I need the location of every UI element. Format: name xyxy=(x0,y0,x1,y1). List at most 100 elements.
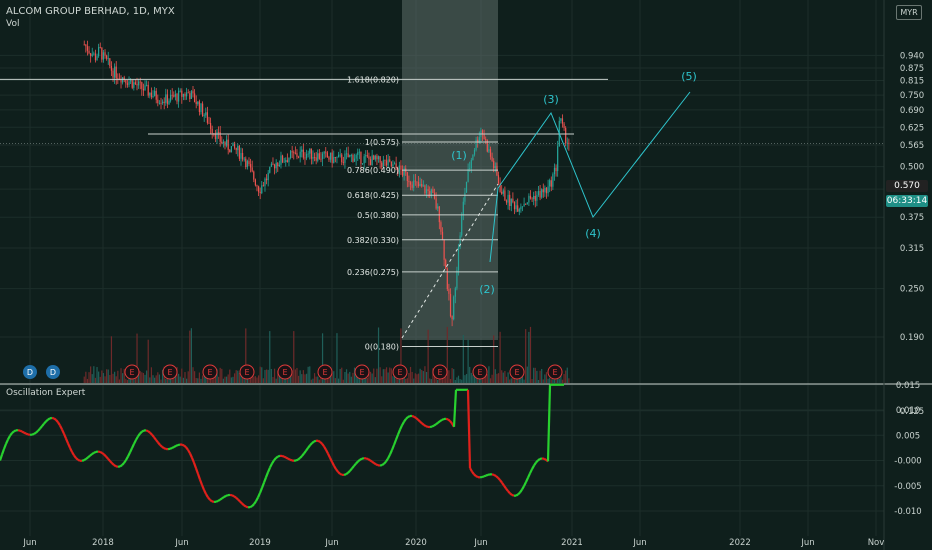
candle-body xyxy=(160,102,162,104)
candle-body xyxy=(457,247,460,271)
candle-body xyxy=(489,149,492,157)
oscillator-segment xyxy=(491,473,495,476)
candle-body xyxy=(304,157,306,159)
candle-body xyxy=(505,200,508,203)
candle-body xyxy=(400,165,402,170)
volume-bar xyxy=(297,375,300,383)
volume-bar xyxy=(419,368,421,383)
candle-body xyxy=(467,169,469,182)
candle-body xyxy=(547,186,549,194)
oscillator-segment xyxy=(41,422,45,427)
volume-bar xyxy=(337,378,340,383)
oscillator-segment xyxy=(273,457,277,462)
oscillator-segment xyxy=(249,505,253,509)
oscillator-tick-label: 0.010 xyxy=(896,406,920,416)
volume-bar xyxy=(139,371,141,383)
volume-bar xyxy=(382,369,384,383)
volume-bar xyxy=(414,373,416,383)
candle-body xyxy=(568,142,570,145)
candle-body xyxy=(280,155,282,165)
candle-body xyxy=(181,90,183,97)
volume-bar xyxy=(181,368,183,383)
oscillator-segment xyxy=(207,496,211,501)
candle-body xyxy=(115,66,117,79)
oscillator-segment xyxy=(109,460,113,464)
volume-bar xyxy=(259,366,261,383)
volume-bar xyxy=(453,369,455,383)
oscillator-segment xyxy=(237,498,241,503)
candle-body xyxy=(168,100,170,104)
volume-bar xyxy=(267,369,269,383)
volume-bar xyxy=(312,378,314,383)
candle-body xyxy=(96,56,98,61)
candle-body xyxy=(361,163,364,165)
candle-body xyxy=(251,167,253,172)
volume-bar xyxy=(411,371,413,383)
volume-bar xyxy=(537,379,540,383)
candle-body xyxy=(232,142,234,147)
volume-bar xyxy=(83,376,85,383)
volume-bar xyxy=(405,378,407,383)
price-chart[interactable]: 1.618(0.820) 1(0.575) 0.786(0.490) 0.618(0.… xyxy=(0,0,932,550)
candle-body xyxy=(312,157,314,159)
volume-bar xyxy=(509,379,511,383)
volume-bar xyxy=(336,333,338,383)
candle-body xyxy=(206,112,208,123)
candle-body xyxy=(288,158,290,163)
candle-body xyxy=(189,93,191,99)
volume-bar xyxy=(561,379,564,383)
wave-label: (1) xyxy=(451,149,467,162)
candle-body xyxy=(549,180,551,187)
volume-bar xyxy=(158,374,161,383)
candle-body xyxy=(510,198,512,207)
indicator-title[interactable]: Oscillation Expert xyxy=(6,388,85,398)
candle-body xyxy=(192,91,194,94)
volume-bar xyxy=(502,372,504,383)
oscillator-segment xyxy=(509,492,513,496)
candle-body xyxy=(318,153,320,159)
oscillator-segment xyxy=(313,439,317,443)
volume-bar xyxy=(102,373,105,383)
candle-body xyxy=(518,209,520,212)
oscillator-segment xyxy=(251,503,255,507)
earnings-marker-label: E xyxy=(437,368,442,377)
volume-bar xyxy=(371,373,373,383)
oscillator-segment xyxy=(103,453,107,458)
oscillator-segment xyxy=(299,455,303,459)
volume-bar xyxy=(230,377,232,383)
oscillator-segment xyxy=(107,457,111,462)
candle-body xyxy=(253,171,255,180)
price-tick-label: 0.940 xyxy=(900,51,924,61)
symbol-title[interactable]: ALCOM GROUP BERHAD, 1D, MYX xyxy=(6,6,175,17)
volume-bar xyxy=(270,368,272,383)
candle-body xyxy=(299,151,301,158)
volume-bar xyxy=(184,372,186,383)
candle-body xyxy=(83,44,85,46)
candle-body xyxy=(249,164,252,168)
time-tick-label: 2020 xyxy=(405,538,427,548)
oscillator-segment xyxy=(319,440,323,445)
candle-body xyxy=(131,80,133,88)
candle-body xyxy=(157,99,159,104)
candle-body xyxy=(155,90,157,100)
volume-bar xyxy=(486,374,488,383)
candle-body xyxy=(379,156,381,163)
volume-bar xyxy=(523,379,525,383)
candle-body xyxy=(165,94,167,103)
candle-body xyxy=(187,92,189,94)
oscillator-segment xyxy=(485,473,489,477)
volume-bar xyxy=(96,367,98,383)
candle-body xyxy=(435,198,437,209)
oscillator-segment xyxy=(121,462,125,466)
volume-bar xyxy=(465,373,468,383)
fib-level-label: 1.618(0.820) xyxy=(347,75,399,84)
candle-body xyxy=(536,194,538,201)
oscillator-segment xyxy=(101,452,105,456)
oscillator-segment xyxy=(223,494,227,498)
volume-bar xyxy=(541,368,543,383)
candle-body xyxy=(363,156,365,164)
oscillator-segment xyxy=(359,457,363,461)
candle-body xyxy=(158,102,161,104)
price-tick-label: 0.375 xyxy=(900,213,924,223)
candle-body xyxy=(369,159,372,166)
